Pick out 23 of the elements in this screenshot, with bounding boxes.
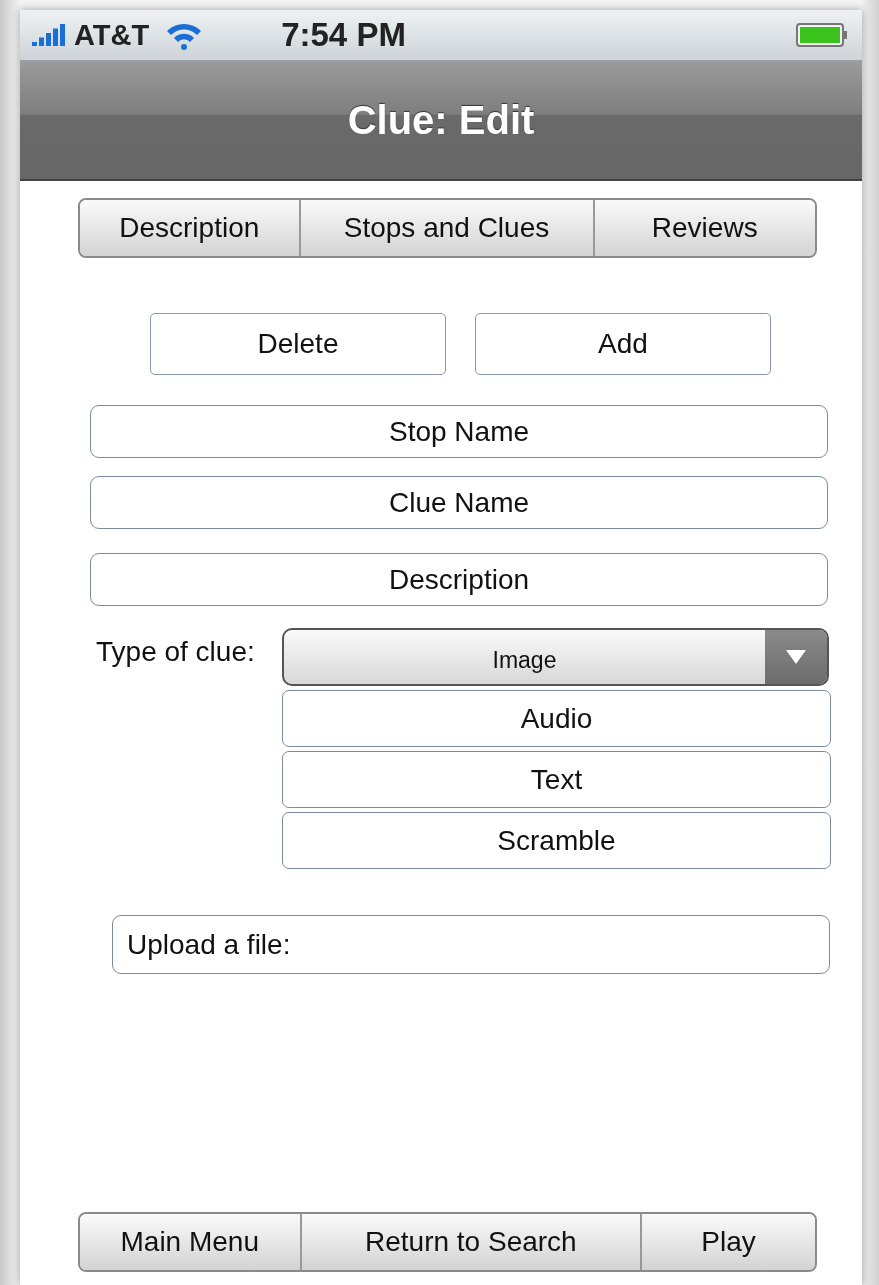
dropdown-option[interactable]: Scramble bbox=[282, 812, 831, 869]
signal-icon bbox=[32, 24, 66, 46]
upload-field[interactable]: Upload a file: bbox=[112, 915, 830, 974]
tab[interactable]: Stops and Clues bbox=[298, 200, 593, 256]
toolbar-button[interactable]: Play bbox=[640, 1214, 815, 1270]
text-field[interactable]: Clue Name bbox=[90, 476, 828, 529]
toolbar-button[interactable]: Main Menu bbox=[80, 1214, 300, 1270]
screen-title: Clue: Edit bbox=[347, 97, 535, 143]
dropdown-option[interactable]: Text bbox=[282, 751, 831, 808]
battery-icon bbox=[796, 23, 848, 47]
dropdown-option[interactable]: Audio bbox=[282, 690, 831, 747]
toolbar-button[interactable]: Return to Search bbox=[299, 1214, 641, 1270]
text-field[interactable]: Description bbox=[90, 553, 828, 606]
carrier-name: AT&T bbox=[74, 18, 150, 52]
text-field[interactable]: Stop Name bbox=[90, 405, 828, 458]
tab[interactable]: Reviews bbox=[592, 200, 815, 256]
clock-time: 7:54 PM bbox=[281, 16, 407, 54]
tab[interactable]: Description bbox=[80, 200, 299, 256]
type-dropdown[interactable]: Image bbox=[282, 628, 829, 686]
field-label: Type of clue: bbox=[96, 636, 256, 669]
action-button[interactable]: Add bbox=[475, 313, 771, 375]
action-button[interactable]: Delete bbox=[150, 313, 446, 375]
caret-icon bbox=[785, 649, 807, 665]
